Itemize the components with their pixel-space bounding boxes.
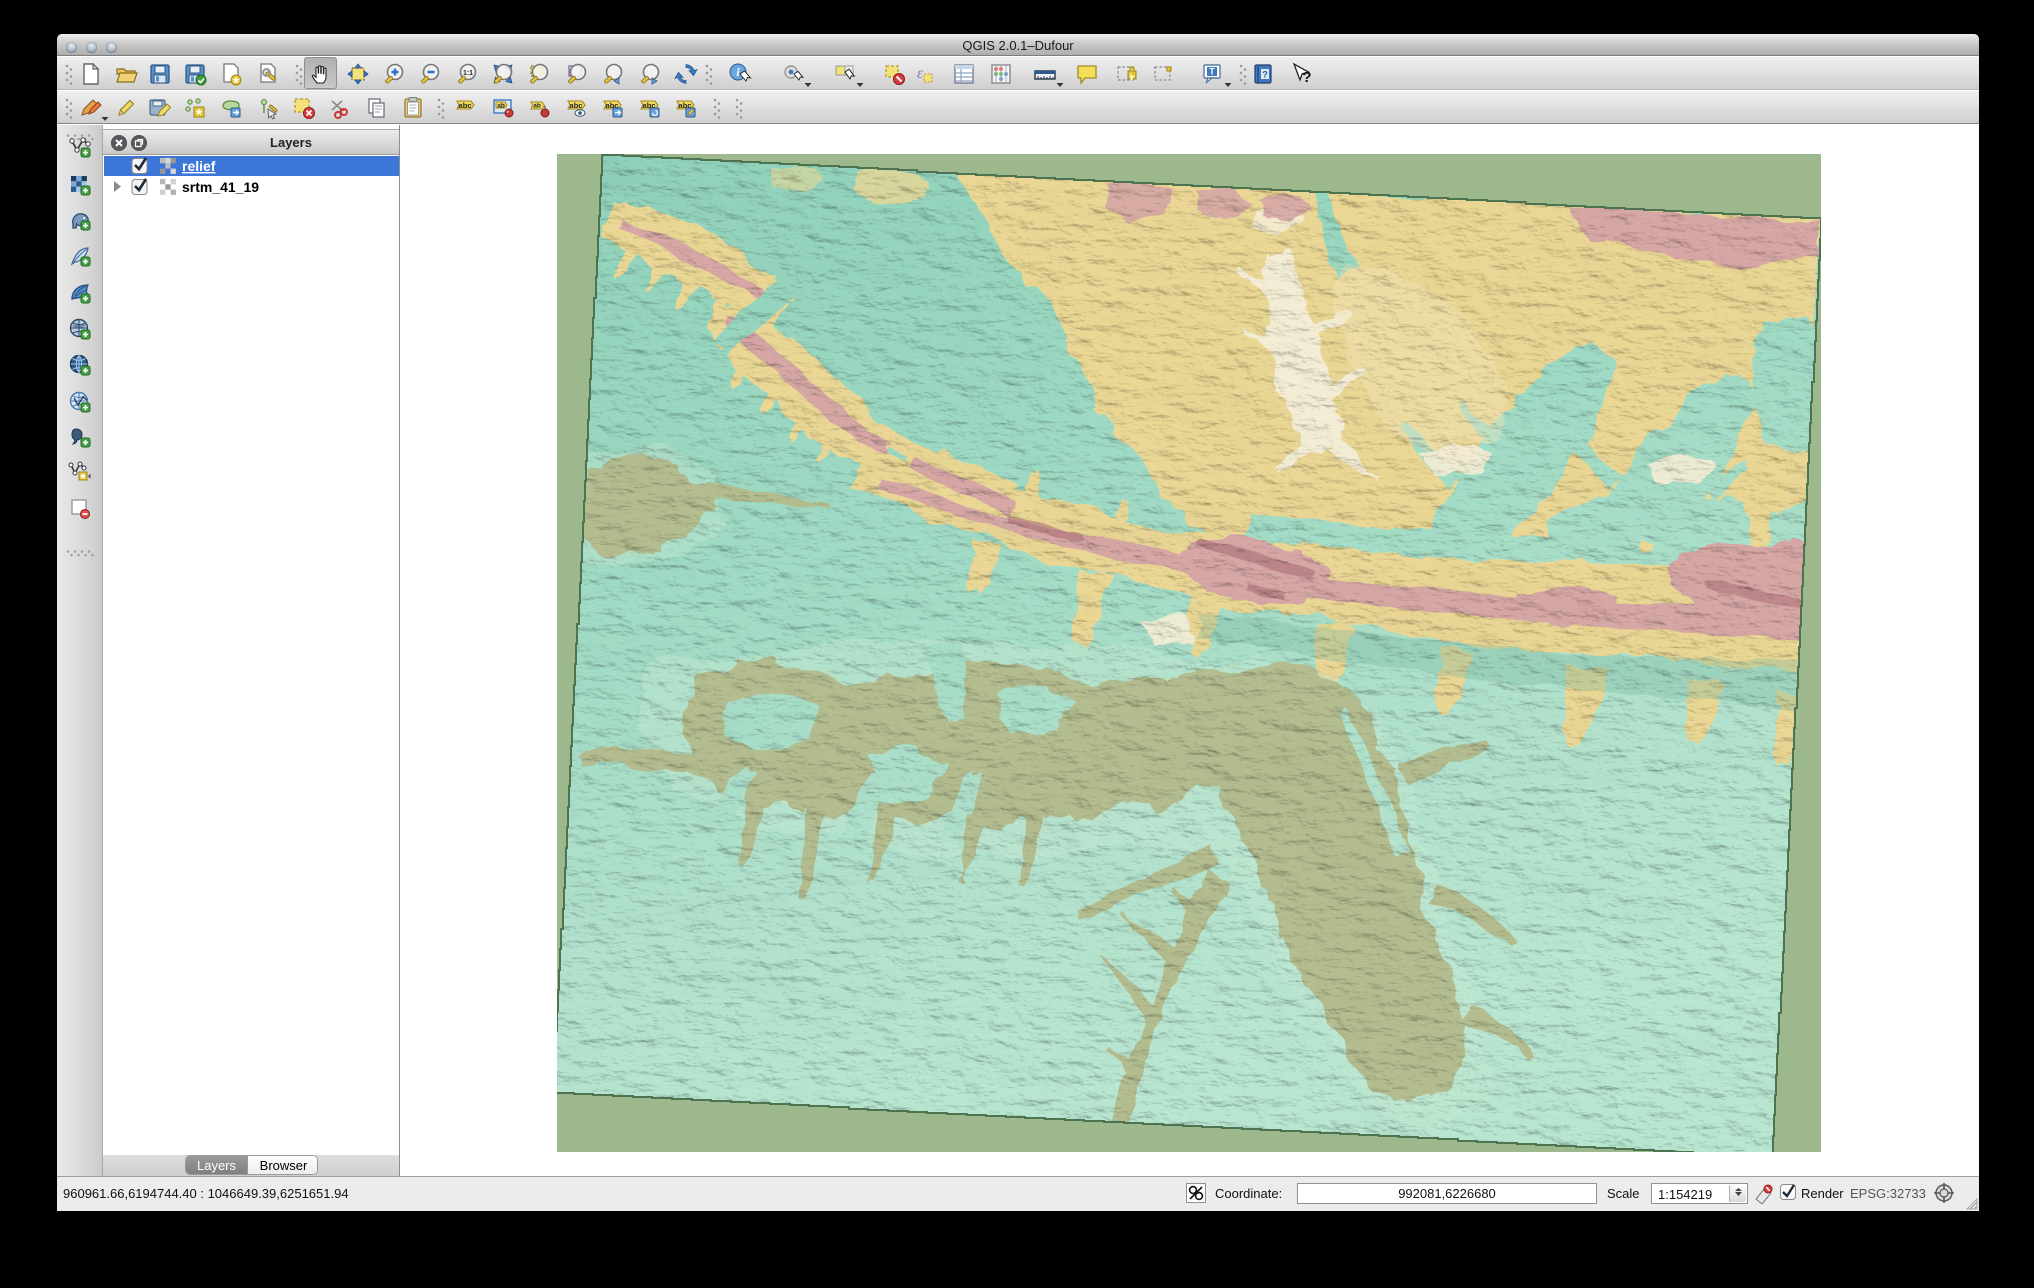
svg-text:T: T xyxy=(1209,67,1215,77)
svg-text:ε: ε xyxy=(917,65,924,82)
svg-text:abc: abc xyxy=(459,101,472,110)
svg-text:relief: relief xyxy=(182,158,216,174)
svg-text:?: ? xyxy=(1302,69,1311,86)
svg-text:abc: abc xyxy=(570,101,583,110)
svg-text:1:1: 1:1 xyxy=(463,70,473,77)
svg-text:ab: ab xyxy=(497,103,505,110)
svg-text:ab: ab xyxy=(533,103,541,110)
svg-text:?: ? xyxy=(1262,70,1268,80)
svg-text:srtm_41_19: srtm_41_19 xyxy=(182,179,259,195)
